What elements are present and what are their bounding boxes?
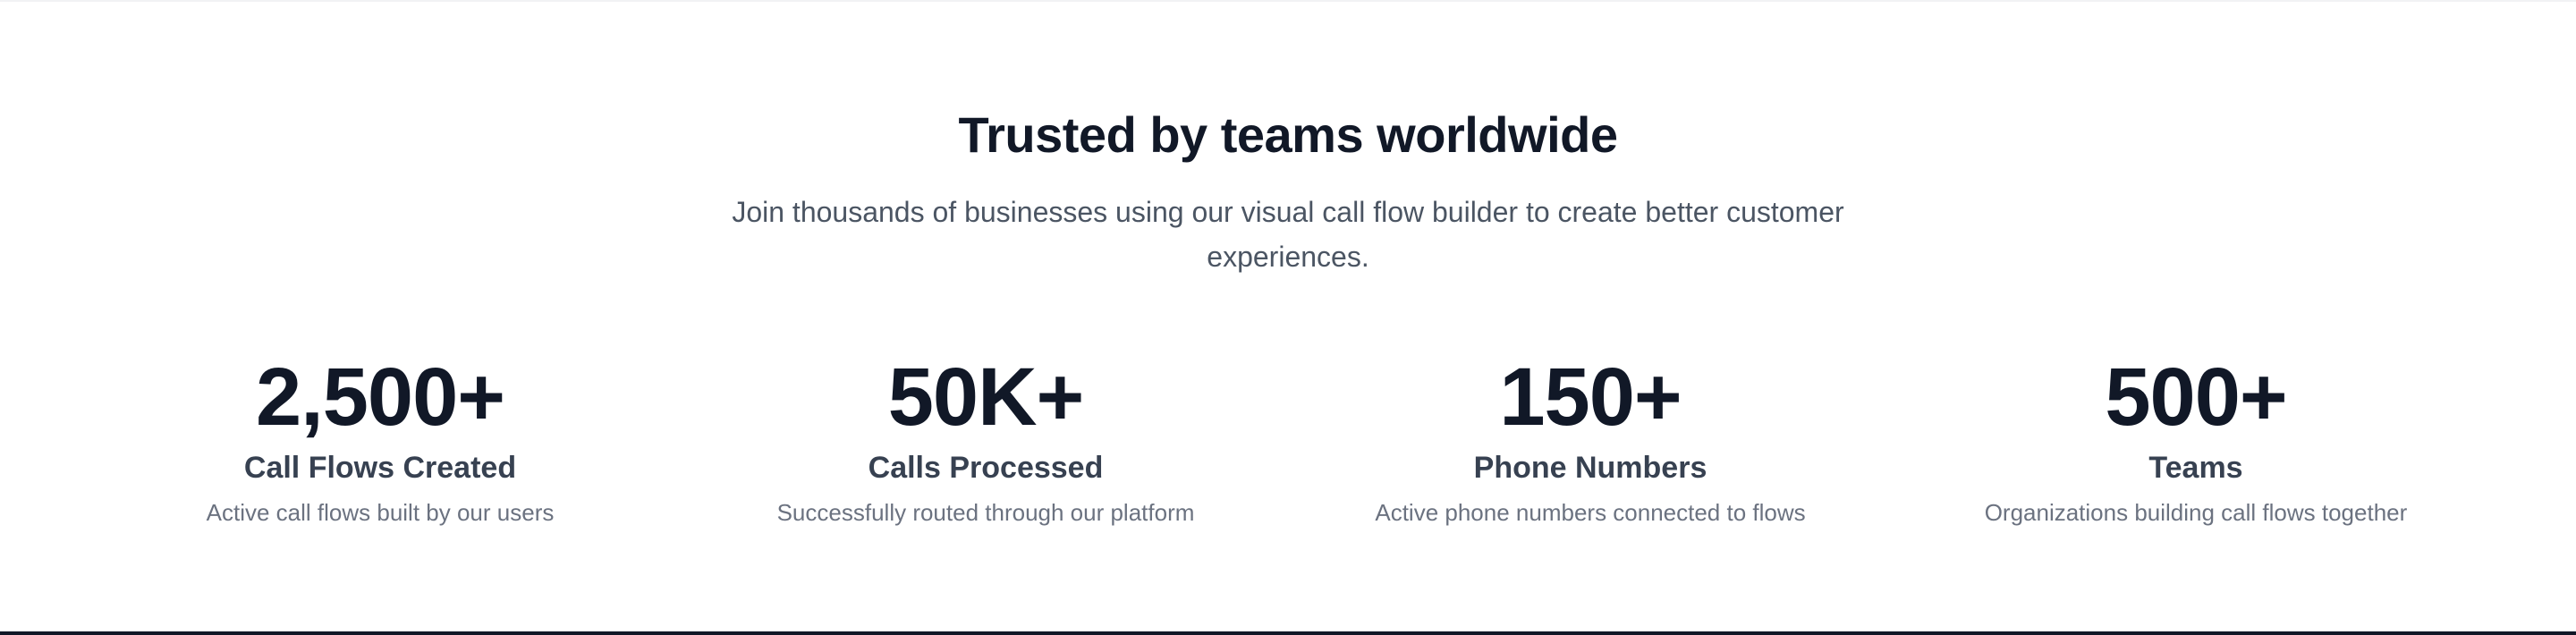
- stat-value: 150+: [1499, 351, 1682, 443]
- bottom-divider: [0, 631, 2576, 635]
- stat-teams: 500+ Teams Organizations building call f…: [1892, 349, 2500, 528]
- stat-calls-processed: 50K+ Calls Processed Successfully routed…: [682, 349, 1290, 528]
- stat-call-flows: 2,500+ Call Flows Created Active call fl…: [76, 349, 684, 528]
- stat-label: Teams: [2148, 451, 2243, 485]
- stat-phone-numbers: 150+ Phone Numbers Active phone numbers …: [1286, 349, 1894, 528]
- stat-value: 2,500+: [256, 351, 505, 443]
- stat-description: Active phone numbers connected to flows: [1375, 499, 1806, 526]
- stat-description: Successfully routed through our platform: [776, 499, 1195, 526]
- trusted-by-section: Trusted by teams worldwide Join thousand…: [0, 0, 2576, 631]
- stat-value: 500+: [2105, 351, 2287, 443]
- stat-description: Active call flows built by our users: [206, 499, 555, 526]
- section-subheading: Join thousands of businesses using our v…: [732, 196, 1844, 273]
- stat-label: Call Flows Created: [243, 451, 517, 485]
- section-heading: Trusted by teams worldwide: [958, 106, 1618, 163]
- stats-row: 2,500+ Call Flows Created Active call fl…: [0, 349, 2576, 546]
- stat-description: Organizations building call flows togeth…: [1984, 499, 2408, 526]
- stat-label: Calls Processed: [868, 451, 1104, 485]
- stat-label: Phone Numbers: [1473, 451, 1707, 485]
- stat-value: 50K+: [887, 351, 1085, 443]
